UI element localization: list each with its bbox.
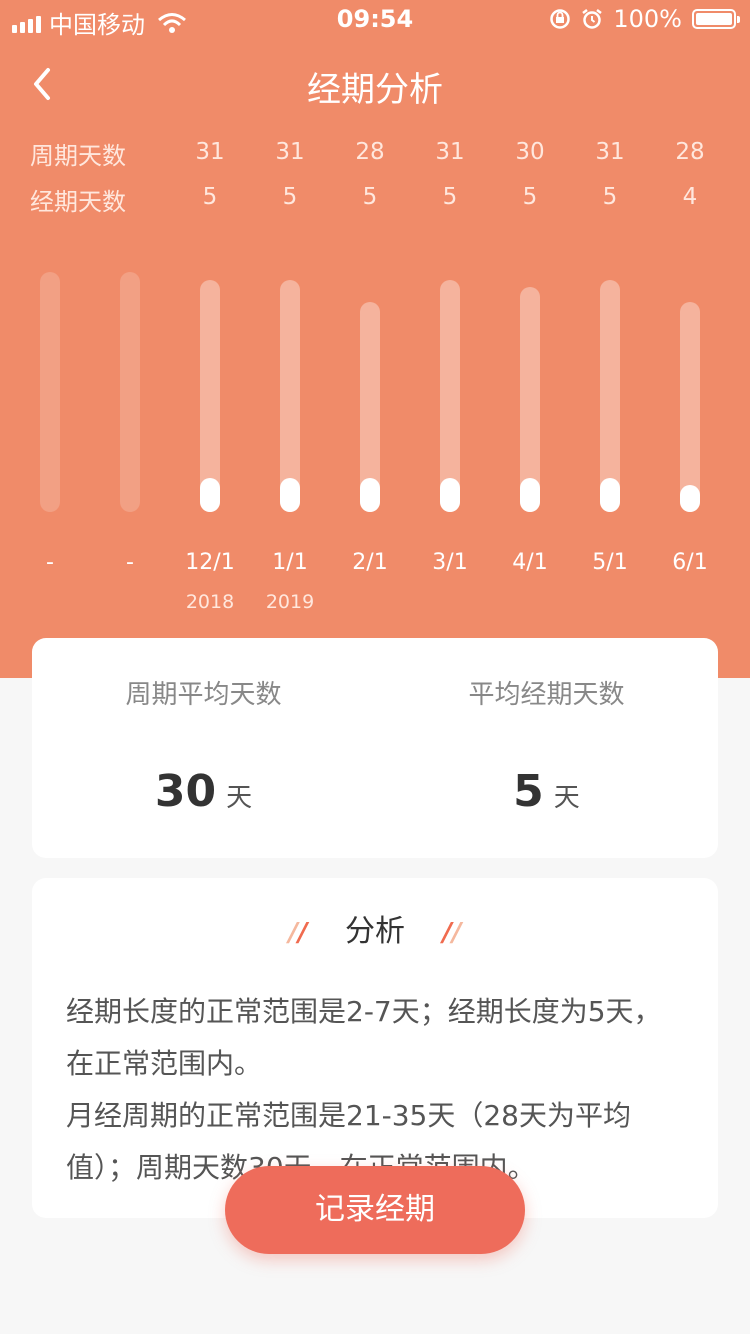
cycle-value: 30 bbox=[515, 139, 545, 165]
cycle-bar bbox=[120, 272, 140, 512]
cycle-bar bbox=[200, 279, 220, 512]
cycle-bar bbox=[520, 287, 540, 512]
x-tick-label: 4/1 bbox=[512, 550, 548, 575]
year-label: 2018 bbox=[185, 591, 235, 613]
period-value: 5 bbox=[362, 184, 378, 210]
period-bar-fill bbox=[280, 478, 300, 512]
year-label: 2019 bbox=[265, 591, 315, 613]
cycle-days-label: 周期天数 bbox=[30, 142, 126, 170]
period-value: 5 bbox=[202, 184, 218, 210]
cycle-bar bbox=[360, 302, 380, 512]
cycle-value: 31 bbox=[595, 139, 625, 165]
status-bar: 中国移动 09:54 100% bbox=[0, 0, 750, 40]
x-tick-label: 6/1 bbox=[672, 550, 708, 575]
slash-decoration-icon: // bbox=[442, 918, 462, 948]
period-bar-fill bbox=[520, 478, 540, 512]
battery-icon bbox=[692, 9, 740, 29]
page-title: 经期分析 bbox=[307, 70, 443, 110]
avg-period-value: 5天 bbox=[375, 766, 718, 817]
x-tick-label: 5/1 bbox=[592, 550, 628, 575]
period-bar-fill bbox=[600, 478, 620, 512]
period-bar-fill bbox=[200, 478, 220, 512]
cycle-value: 31 bbox=[195, 139, 225, 165]
cycle-value: 31 bbox=[275, 139, 305, 165]
summary-card: 周期平均天数 平均经期天数 bbox=[32, 638, 718, 858]
analysis-line: 经期长度的正常范围是2-7天；经期长度为5天，在正常范围内。 bbox=[66, 995, 662, 1080]
avg-period-number: 5 bbox=[513, 766, 544, 817]
period-value: 5 bbox=[442, 184, 458, 210]
cycle-bar bbox=[280, 279, 300, 512]
analysis-text: 经期长度的正常范围是2-7天；经期长度为5天，在正常范围内。 月经周期的正常范围… bbox=[66, 986, 686, 1194]
avg-period-label: 平均经期天数 bbox=[468, 680, 625, 710]
period-value: 5 bbox=[602, 184, 618, 210]
battery-percent: 100% bbox=[613, 5, 682, 33]
period-bar-fill bbox=[680, 484, 700, 512]
x-tick-label: 2/1 bbox=[352, 550, 388, 575]
analysis-heading: // 分析 // bbox=[32, 906, 718, 950]
x-tick-label: - bbox=[46, 550, 54, 575]
cycle-bar bbox=[40, 272, 60, 512]
period-value: 5 bbox=[522, 184, 538, 210]
avg-cycle-value: 30 天 bbox=[32, 766, 375, 817]
x-tick-label: 1/1 bbox=[272, 550, 308, 575]
cycle-value: 28 bbox=[675, 139, 705, 165]
avg-cycle-label: 周期平均天数 bbox=[125, 680, 282, 710]
cycle-value: 31 bbox=[435, 139, 465, 165]
x-tick-label: 12/1 bbox=[185, 550, 235, 575]
record-period-button[interactable]: 记录经期 bbox=[225, 1166, 525, 1254]
cycle-value: 28 bbox=[355, 139, 385, 165]
avg-cycle-unit: 天 bbox=[226, 783, 253, 813]
avg-cycle-number: 30 bbox=[154, 766, 217, 817]
period-days-label: 经期天数 bbox=[30, 188, 126, 216]
x-tick-label: 3/1 bbox=[432, 550, 468, 575]
period-bar-fill bbox=[440, 478, 460, 512]
period-bar-fill bbox=[360, 478, 380, 512]
cycle-bar bbox=[440, 279, 460, 512]
cycle-bar bbox=[680, 302, 700, 512]
alarm-icon bbox=[582, 9, 603, 29]
period-value: 4 bbox=[682, 184, 698, 210]
slash-decoration-icon: // bbox=[288, 918, 308, 948]
period-value: 5 bbox=[282, 184, 298, 210]
avg-period-unit: 天 bbox=[553, 783, 580, 813]
cycle-bar bbox=[600, 279, 620, 512]
x-tick-label: - bbox=[126, 550, 134, 575]
rotation-lock-icon bbox=[550, 9, 571, 29]
analysis-title: 分析 bbox=[345, 914, 405, 949]
